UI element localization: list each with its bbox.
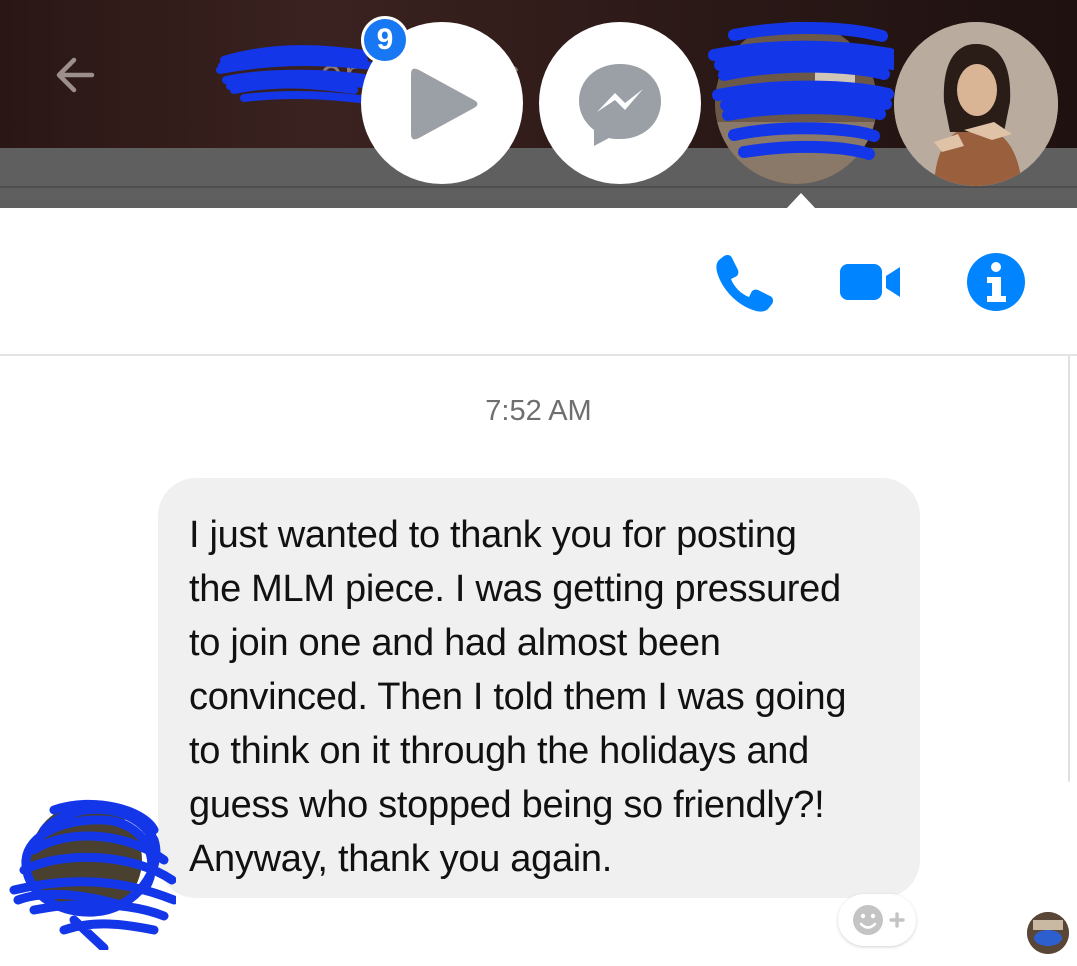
redaction-scribble [708, 21, 894, 160]
redaction-scribble [216, 45, 374, 104]
background-divider [0, 186, 1077, 188]
info-icon[interactable] [964, 250, 1028, 314]
messenger-icon [579, 64, 661, 146]
arrow-left-icon[interactable] [52, 52, 98, 98]
conversation-toolbar [0, 208, 1077, 356]
profile-chathead[interactable] [894, 22, 1058, 186]
profile-avatar [894, 22, 1058, 186]
message-text: I just wanted to thank you for posting t… [189, 514, 847, 880]
message-timestamp: 7:52 AM [485, 395, 592, 427]
phone-icon[interactable] [714, 250, 778, 314]
read-receipt-avatar [1027, 912, 1069, 954]
sender-avatar [9, 799, 176, 950]
unread-badge: 9 [361, 16, 409, 64]
add-reaction-button[interactable] [838, 894, 916, 946]
messenger-chathead[interactable] [539, 22, 701, 184]
emoji-add-icon [853, 905, 905, 935]
message-bubble[interactable]: I just wanted to thank you for posting t… [158, 478, 920, 898]
video-camera-icon[interactable] [838, 250, 902, 314]
chathead-pointer [786, 193, 816, 209]
